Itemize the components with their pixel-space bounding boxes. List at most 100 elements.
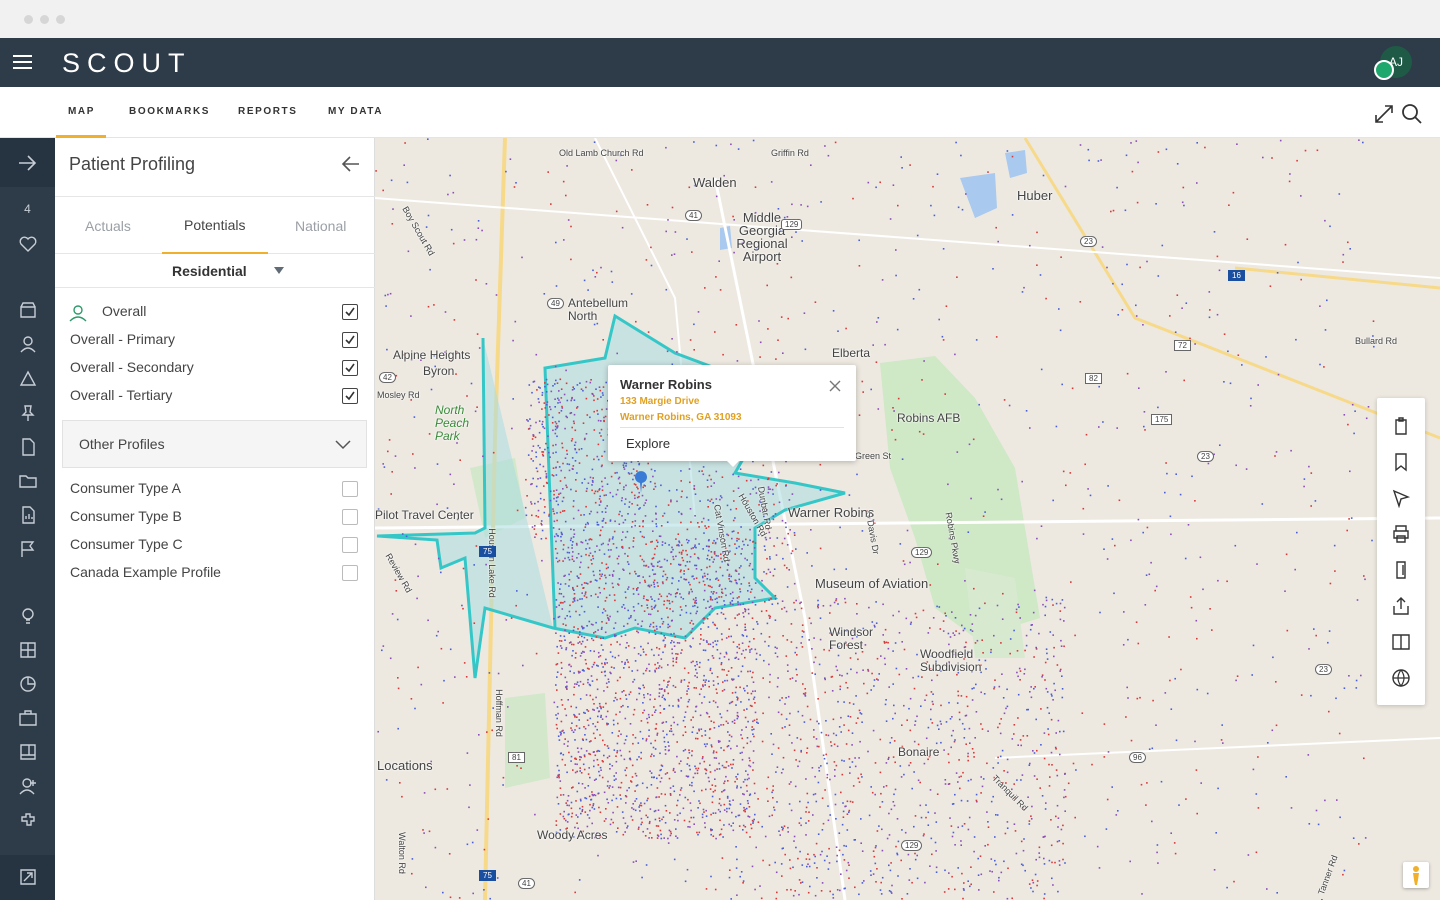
map-basemap [375,138,1440,900]
puzzle-icon[interactable] [18,810,38,830]
document-icon[interactable] [18,437,38,457]
caret-down-icon [274,267,284,274]
grid-icon[interactable] [18,640,38,660]
place-label: Antebellum North [568,296,629,323]
profile-checkbox[interactable] [342,388,358,404]
tab-map[interactable]: MAP [68,106,95,117]
road-label: Green St [855,451,892,461]
tab-actuals[interactable]: Actuals [85,218,131,234]
arrow-right-icon[interactable] [17,154,37,172]
tab-potentials[interactable]: Potentials [184,217,245,233]
icon-rail: 4 [0,138,55,900]
profile-checkbox[interactable] [342,565,358,581]
close-icon[interactable] [828,379,842,393]
tab-reports[interactable]: REPORTS [238,106,298,117]
type-select[interactable]: Residential [55,255,375,288]
lightbulb-icon[interactable] [18,606,38,626]
profile-label: Consumer Type C [70,536,183,552]
mobile-icon[interactable] [1391,560,1411,580]
place-label: Windsor Forest [829,625,874,652]
route-shield: 23 [1197,451,1214,462]
profile-checkbox[interactable] [342,332,358,348]
user-add-icon[interactable] [18,776,38,796]
pie-chart-icon[interactable] [18,674,38,694]
profile-row: Overall - Tertiary [69,385,363,407]
map-toolbox [1377,398,1425,705]
tab-my-data[interactable]: MY DATA [328,106,383,117]
route-shield: 23 [1315,664,1332,675]
app-logo: SCOUT [62,48,192,78]
flag-icon[interactable] [18,539,38,559]
route-shield: 175 [1151,414,1173,425]
layout-icon[interactable] [18,742,38,762]
cursor-icon[interactable] [1391,488,1411,508]
route-shield: 72 [1174,340,1191,351]
place-label: Walden [693,175,737,190]
window-dot-close[interactable] [24,15,33,24]
share-icon[interactable] [1391,596,1411,616]
tab-bookmarks[interactable]: BOOKMARKS [129,106,210,117]
window-dot-minimize[interactable] [40,15,49,24]
back-arrow-icon[interactable] [341,155,361,173]
popup-title: Warner Robins [620,377,712,392]
person-icon[interactable] [18,334,38,354]
expand-icon[interactable] [1373,103,1395,125]
menu-icon[interactable] [13,55,32,69]
street-view-icon[interactable] [1403,862,1429,888]
cone-icon[interactable] [18,369,38,389]
route-shield: 41 [685,210,702,221]
nav-bar: MAP BOOKMARKS REPORTS MY DATA [0,87,1440,138]
location-popup: Warner Robins 133 Margie Drive Warner Ro… [608,365,856,467]
popup-tail [725,459,741,467]
other-profiles-toggle[interactable]: Other Profiles [62,420,367,468]
road-label: Hoffman Rd [493,689,504,737]
route-shield: 49 [547,298,564,309]
road-label: Walton Rd [396,832,407,874]
profile-checkbox[interactable] [342,360,358,376]
heart-icon[interactable] [18,234,38,254]
settings-badge-icon[interactable] [1374,60,1394,80]
store-icon[interactable] [18,300,38,320]
profile-row: Overall [69,301,363,323]
exit-icon[interactable] [18,867,38,887]
route-shield: 129 [911,547,933,558]
rail-exit[interactable] [0,855,55,900]
profile-checkbox[interactable] [342,304,358,320]
split-view-icon[interactable] [1391,632,1411,652]
tab-national[interactable]: National [295,218,346,234]
explore-button[interactable]: Explore [626,436,670,451]
profile-row: Overall - Secondary [69,357,363,379]
bookmark-icon[interactable] [1391,452,1411,472]
profile-checkbox[interactable] [342,537,358,553]
route-shield: 41 [518,878,535,889]
profile-label: Consumer Type A [70,480,182,496]
briefcase-icon[interactable] [18,708,38,728]
road-label: Old Lamb Church Rd [559,148,644,158]
route-shield: 42 [379,372,396,383]
map-canvas[interactable]: Walden Middle Georgia Regional Airport H… [375,138,1440,900]
road-label: Bullard Rd [1355,336,1398,346]
route-shield: 129 [781,219,803,230]
globe-icon[interactable] [1391,668,1411,688]
profile-checkbox[interactable] [342,509,358,525]
place-label: Warner Robins [788,505,875,520]
place-label: Huber [1017,188,1053,203]
pin-icon[interactable] [18,403,38,423]
rail-toggle[interactable] [0,138,55,187]
profile-row: Overall - Primary [69,329,363,351]
clipboard-icon[interactable] [1391,416,1411,436]
place-label: Robins AFB [897,411,961,425]
route-shield: 96 [1129,752,1146,763]
place-label: Woody Acres [537,828,608,842]
place-label: Pilot Travel Center [375,508,474,522]
profile-label: Overall [102,303,147,319]
folder-icon[interactable] [18,471,38,491]
search-icon[interactable] [1401,103,1423,125]
person-icon [69,305,87,322]
profile-label: Consumer Type B [70,508,182,524]
window-dot-maximize[interactable] [56,15,65,24]
print-icon[interactable] [1391,524,1411,544]
report-icon[interactable] [18,505,38,525]
profile-checkbox[interactable] [342,481,358,497]
place-label: Elberta [832,346,871,360]
